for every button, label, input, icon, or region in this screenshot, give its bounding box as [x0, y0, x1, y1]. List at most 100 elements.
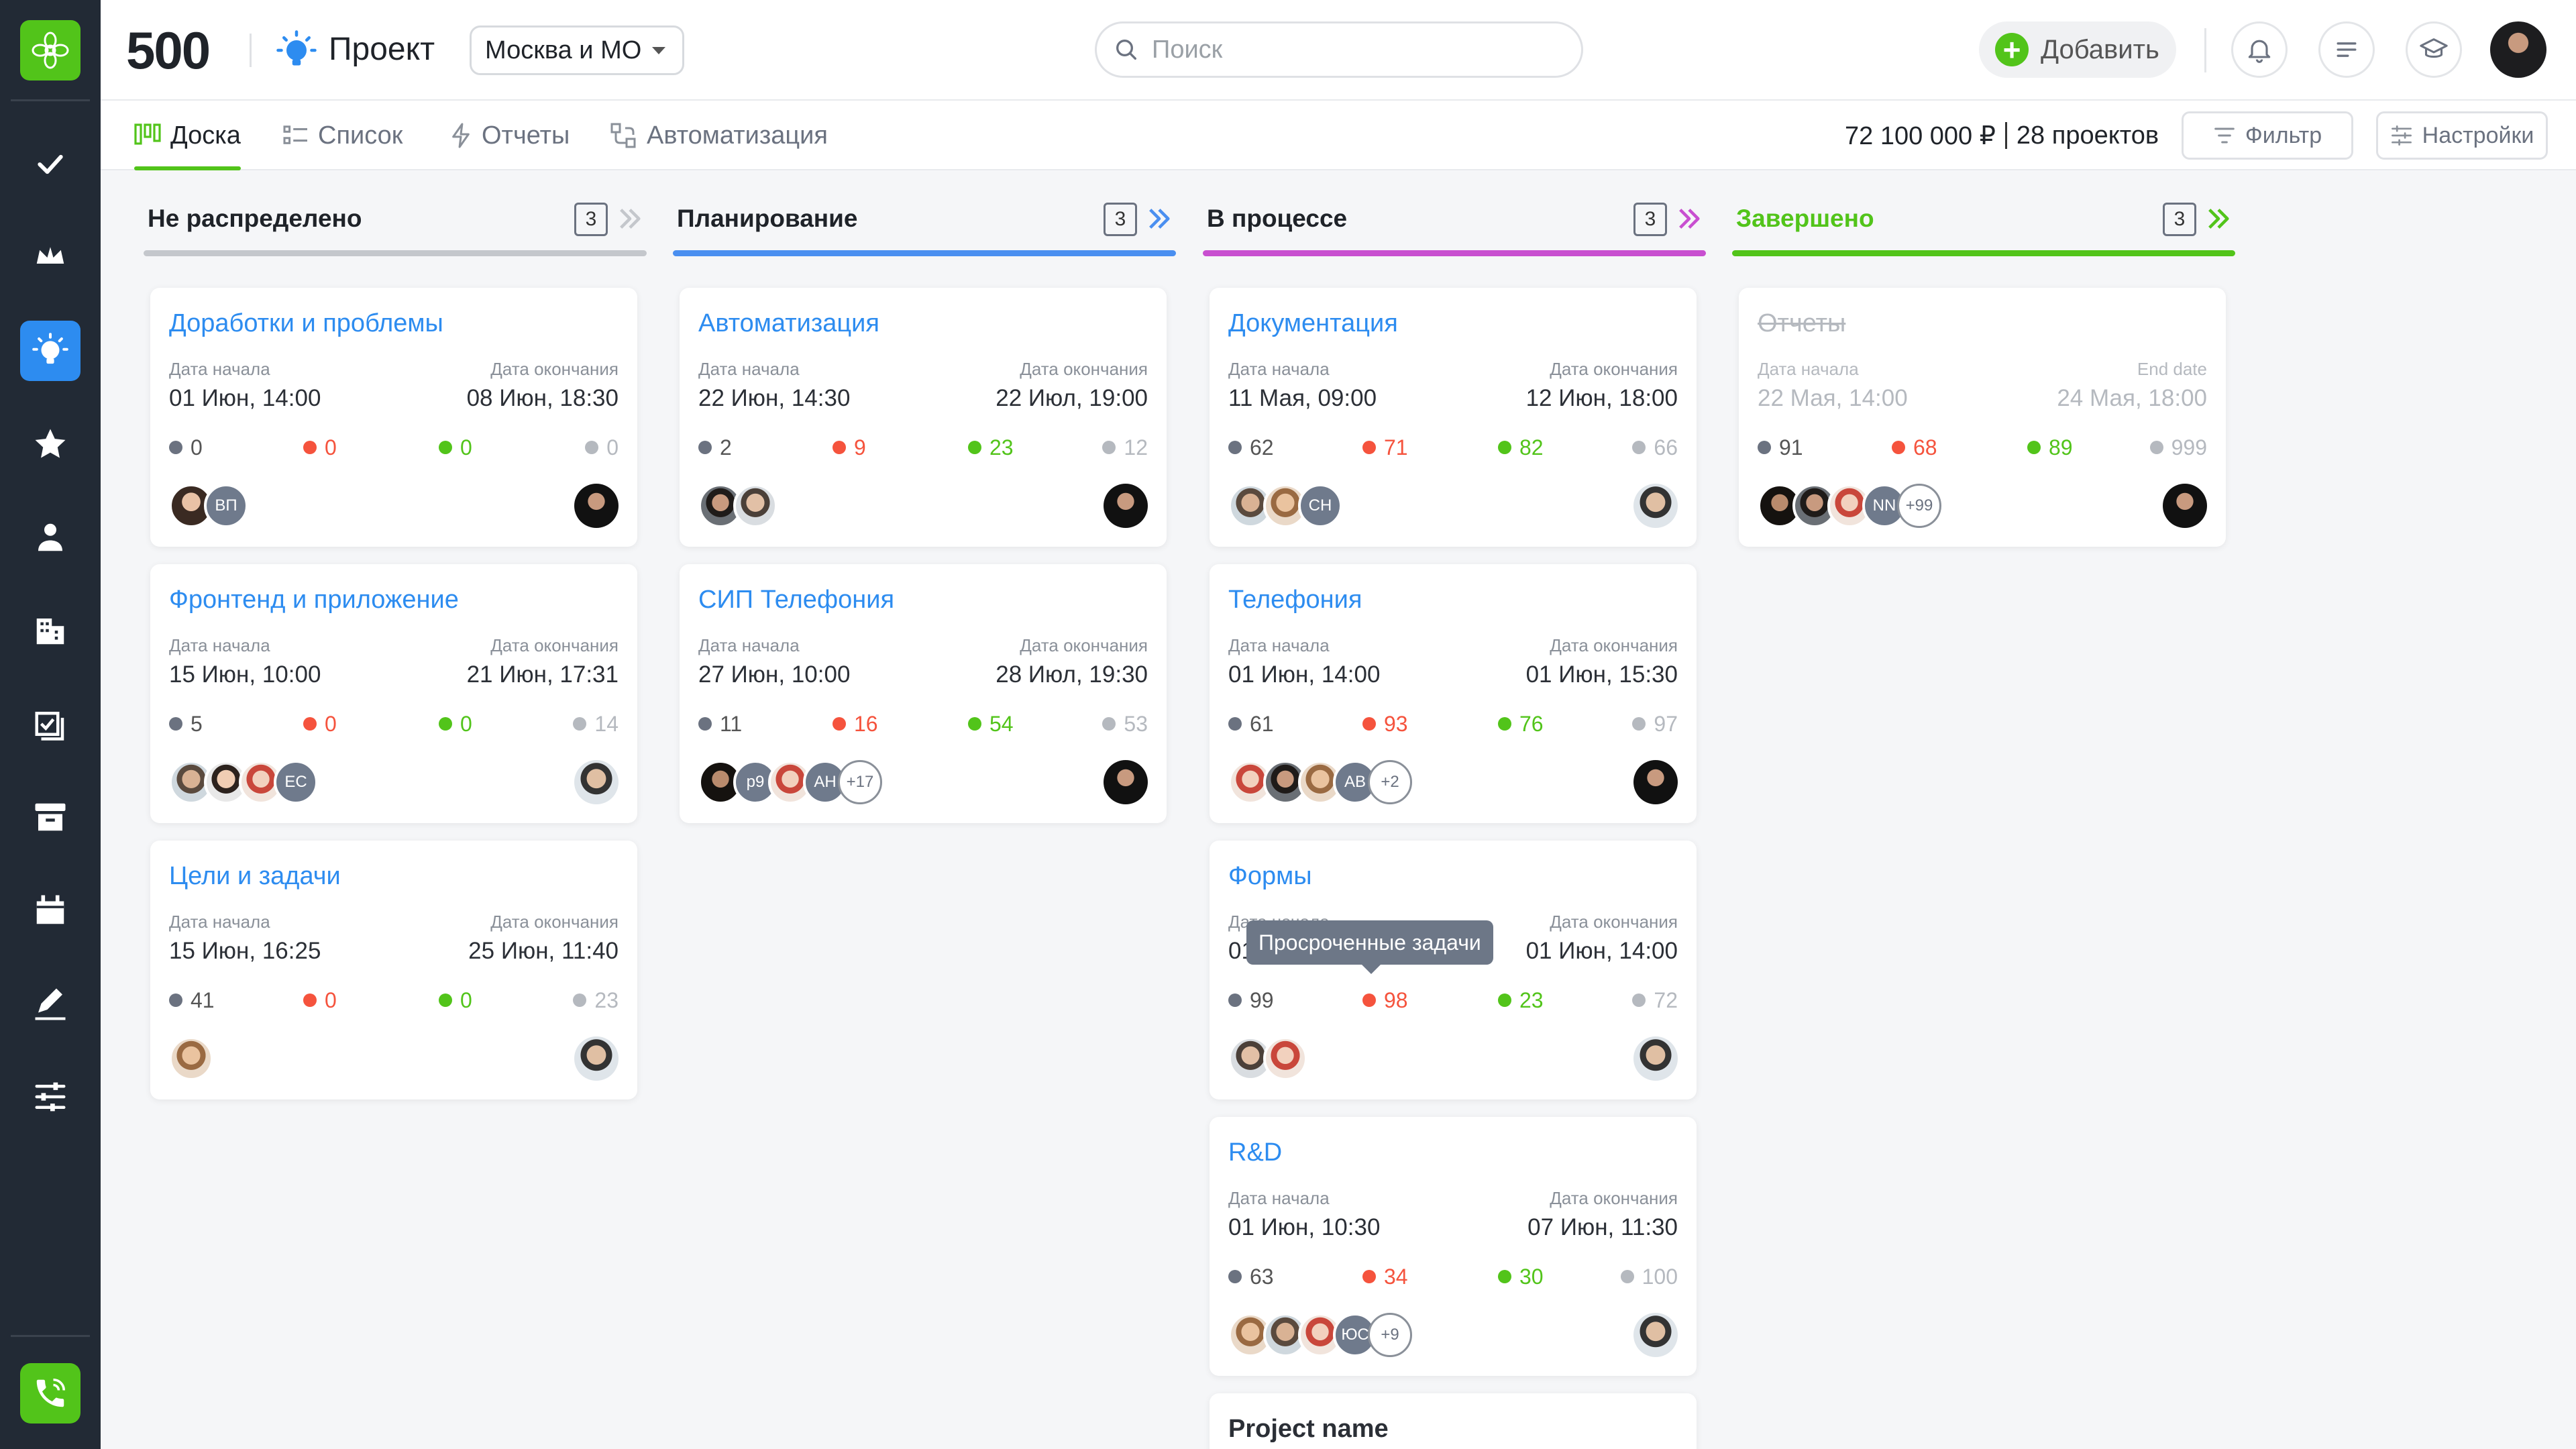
project-title[interactable]: Цели и задачи	[169, 861, 341, 892]
participants[interactable]	[698, 484, 777, 528]
closed-tasks-stat[interactable]: 23	[573, 988, 619, 1012]
app-logo[interactable]	[20, 20, 80, 80]
total-tasks-stat[interactable]: 91	[1758, 435, 1803, 460]
done-tasks-stat[interactable]: 23	[1498, 988, 1544, 1012]
project-card[interactable]: Доработки и проблемы Дата начала 01 Июн, 1…	[150, 288, 637, 547]
done-tasks-stat[interactable]: 76	[1498, 712, 1544, 736]
overdue-tasks-stat[interactable]: 34	[1362, 1265, 1408, 1289]
closed-tasks-stat[interactable]: 72	[1632, 988, 1678, 1012]
closed-tasks-stat[interactable]: 14	[573, 712, 619, 736]
sidebar-item-tasks[interactable]	[20, 694, 80, 754]
sidebar-item-crown[interactable]	[20, 227, 80, 288]
filter-button[interactable]: Фильтр	[2182, 111, 2353, 160]
overdue-tasks-stat[interactable]: 71	[1362, 435, 1408, 460]
project-title[interactable]: Документация	[1228, 308, 1398, 339]
total-tasks-stat[interactable]: 63	[1228, 1265, 1274, 1289]
done-tasks-stat[interactable]: 54	[968, 712, 1014, 736]
sidebar-item-bulb[interactable]	[20, 321, 80, 381]
project-card[interactable]: R&D Дата начала 01 Июн, 10:30 Дата окончани…	[1210, 1117, 1697, 1376]
owner-avatar[interactable]	[2163, 484, 2207, 528]
project-title[interactable]: Фронтенд и приложение	[169, 584, 459, 615]
participants[interactable]: ЕС	[169, 760, 318, 804]
total-tasks-stat[interactable]: 99	[1228, 988, 1274, 1012]
done-tasks-stat[interactable]: 0	[439, 712, 472, 736]
sidebar-item-pen[interactable]	[20, 973, 80, 1034]
project-card[interactable]: СИП Телефония Дата начала 27 Июн, 10:00 Дат…	[680, 564, 1167, 823]
project-title[interactable]: Формы	[1228, 861, 1312, 892]
closed-tasks-stat[interactable]: 12	[1102, 435, 1148, 460]
overdue-tasks-stat[interactable]: 0	[303, 712, 337, 736]
owner-avatar[interactable]	[1104, 760, 1148, 804]
project-card[interactable]: Отчеты Дата начала 22 Мая, 14:00 End date 24…	[1739, 288, 2226, 547]
add-button[interactable]: + Добавить	[1979, 21, 2176, 78]
project-card[interactable]: Фронтенд и приложение Дата начала 15 Июн, …	[150, 564, 637, 823]
total-tasks-stat[interactable]: 41	[169, 988, 215, 1012]
overdue-tasks-stat[interactable]: 9	[833, 435, 866, 460]
owner-avatar[interactable]	[1104, 484, 1148, 528]
participants[interactable]: NN +99	[1758, 484, 1941, 528]
sidebar-item-calendar[interactable]	[20, 880, 80, 941]
participants[interactable]: АВ +2	[1228, 760, 1412, 804]
search-input[interactable]	[1152, 35, 1554, 64]
notifications-button[interactable]	[2231, 21, 2288, 78]
done-tasks-stat[interactable]: 0	[439, 988, 472, 1012]
owner-avatar[interactable]	[1633, 1036, 1678, 1081]
double-chevron-right-icon[interactable]	[1676, 207, 1702, 231]
owner-avatar[interactable]	[574, 484, 619, 528]
sidebar-item-check[interactable]	[20, 134, 80, 195]
messages-button[interactable]	[2318, 21, 2375, 78]
closed-tasks-stat[interactable]: 53	[1102, 712, 1148, 736]
project-title[interactable]: Телефония	[1228, 584, 1362, 615]
overdue-tasks-stat[interactable]: 0	[303, 988, 337, 1012]
owner-avatar[interactable]	[1633, 1313, 1678, 1357]
done-tasks-stat[interactable]: 89	[2027, 435, 2073, 460]
overdue-tasks-stat[interactable]: 93	[1362, 712, 1408, 736]
project-title[interactable]: СИП Телефония	[698, 584, 894, 615]
closed-tasks-stat[interactable]: 100	[1620, 1265, 1678, 1289]
sidebar-item-building[interactable]	[20, 600, 80, 661]
project-card[interactable]: Документация Дата начала 11 Мая, 09:00 Дата…	[1210, 288, 1697, 547]
total-tasks-stat[interactable]: 0	[169, 435, 203, 460]
closed-tasks-stat[interactable]: 999	[2149, 435, 2207, 460]
more-participants-badge[interactable]: +17	[838, 760, 882, 804]
tab-list[interactable]: Список	[283, 101, 402, 170]
closed-tasks-stat[interactable]: 0	[585, 435, 619, 460]
sidebar-item-user[interactable]	[20, 507, 80, 568]
project-card[interactable]: Project name	[1210, 1393, 1697, 1449]
sidebar-item-archive[interactable]	[20, 787, 80, 847]
call-button[interactable]	[20, 1363, 80, 1424]
owner-avatar[interactable]	[574, 760, 619, 804]
sidebar-item-sliders[interactable]	[20, 1067, 80, 1127]
project-card[interactable]: Автоматизация Дата начала 22 Июн, 14:30 Дат…	[680, 288, 1167, 547]
overdue-tasks-stat[interactable]: 0	[303, 435, 337, 460]
total-tasks-stat[interactable]: 11	[698, 712, 742, 736]
project-card[interactable]: Цели и задачи Дата начала 15 Июн, 16:25 Дат…	[150, 841, 637, 1099]
more-participants-badge[interactable]: +2	[1368, 760, 1412, 804]
project-title[interactable]: Автоматизация	[698, 308, 879, 339]
total-tasks-stat[interactable]: 62	[1228, 435, 1274, 460]
closed-tasks-stat[interactable]: 66	[1632, 435, 1678, 460]
project-title[interactable]: Project name	[1228, 1413, 1389, 1444]
done-tasks-stat[interactable]: 30	[1498, 1265, 1544, 1289]
project-title[interactable]: Доработки и проблемы	[169, 308, 443, 339]
participants[interactable]: p9 АН +17	[698, 760, 882, 804]
done-tasks-stat[interactable]: 0	[439, 435, 472, 460]
participants[interactable]: СН	[1228, 484, 1342, 528]
total-tasks-stat[interactable]: 2	[698, 435, 732, 460]
search-box[interactable]	[1095, 21, 1583, 78]
owner-avatar[interactable]	[574, 1036, 619, 1081]
sidebar-item-star[interactable]	[20, 414, 80, 474]
user-avatar[interactable]	[2490, 21, 2546, 78]
tab-automation[interactable]: Автоматизация	[610, 101, 828, 170]
total-tasks-stat[interactable]: 5	[169, 712, 203, 736]
overdue-tasks-stat[interactable]: 16	[833, 712, 878, 736]
done-tasks-stat[interactable]: 23	[968, 435, 1014, 460]
project-title[interactable]: Отчеты	[1758, 308, 1845, 339]
more-participants-badge[interactable]: +99	[1897, 484, 1941, 528]
learning-button[interactable]	[2406, 21, 2462, 78]
project-card[interactable]: Телефония Дата начала 01 Июн, 14:00 Дата ок…	[1210, 564, 1697, 823]
closed-tasks-stat[interactable]: 97	[1632, 712, 1678, 736]
participants[interactable]	[1228, 1036, 1307, 1081]
participants[interactable]	[169, 1036, 213, 1081]
done-tasks-stat[interactable]: 82	[1498, 435, 1544, 460]
